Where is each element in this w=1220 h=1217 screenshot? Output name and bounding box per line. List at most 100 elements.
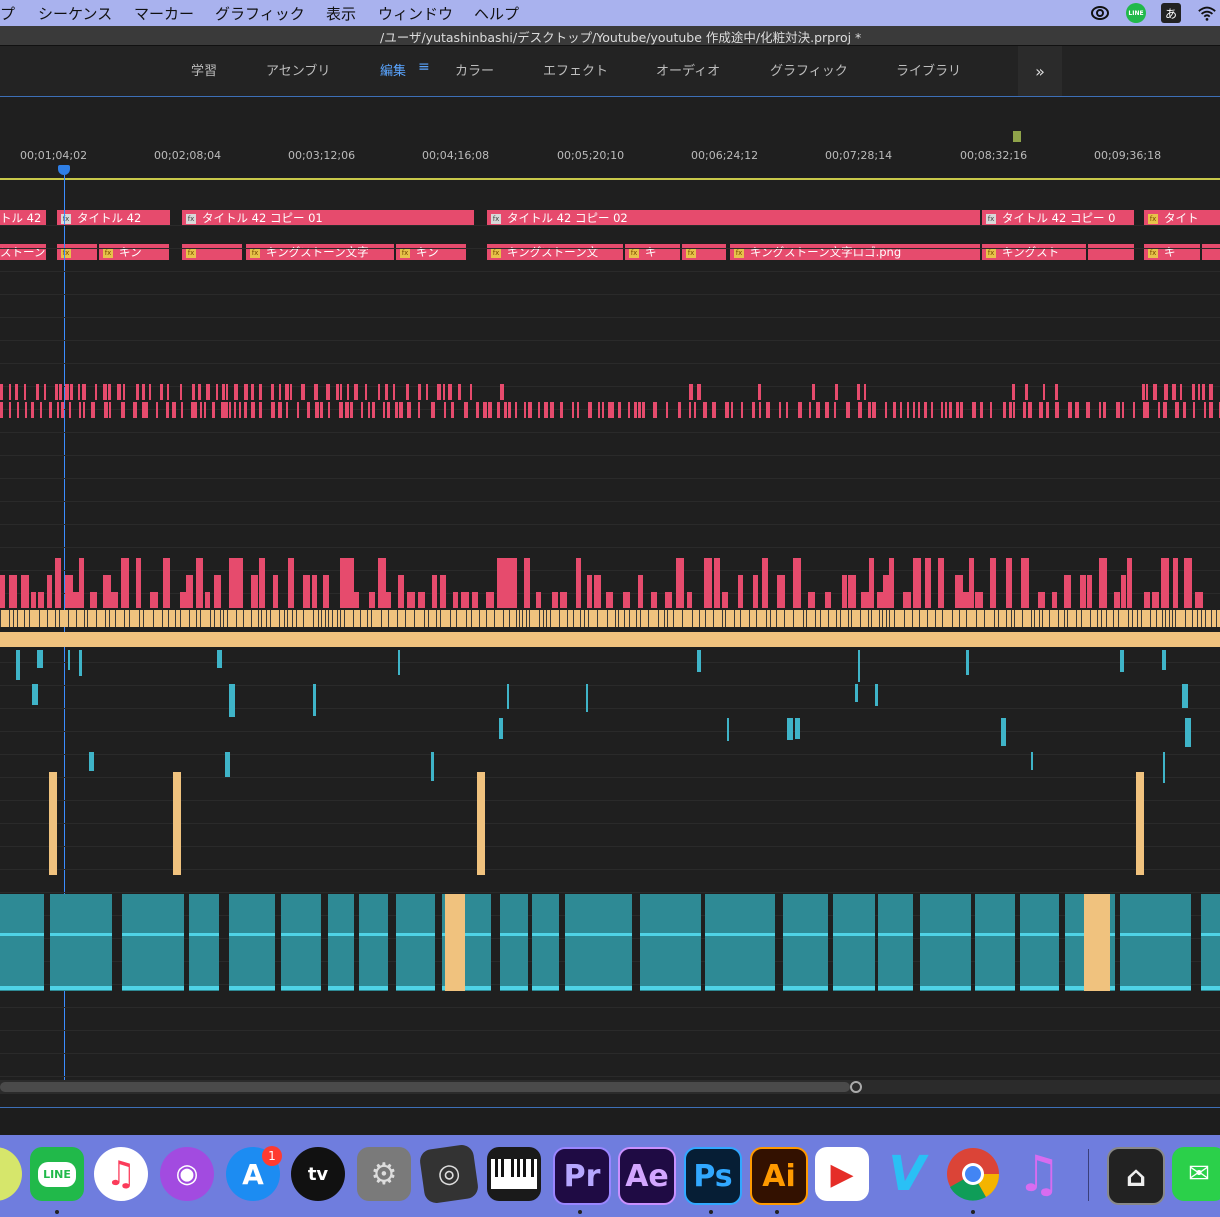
caption-clip[interactable] (372, 402, 375, 418)
dock-vllo-icon[interactable]: V (880, 1146, 934, 1202)
subtitle-clip[interactable] (323, 575, 329, 608)
clip-edge[interactable] (227, 610, 228, 627)
caption-clip[interactable] (678, 402, 681, 418)
caption-clip[interactable] (49, 402, 52, 418)
audio-level[interactable] (783, 933, 828, 936)
caption-clip[interactable] (347, 384, 349, 400)
dock-app-partial-icon[interactable] (0, 1147, 22, 1201)
subtitle-clip[interactable] (1121, 575, 1126, 608)
caption-clip[interactable] (336, 384, 339, 400)
dock-logic-remote-icon[interactable]: ◎ (418, 1143, 480, 1205)
audio-level[interactable] (122, 986, 184, 990)
caption-clip[interactable] (731, 402, 733, 418)
clip-edge[interactable] (615, 610, 616, 627)
subtitle-clip[interactable] (312, 575, 317, 608)
menu-item-graphics[interactable]: グラフィック (215, 3, 305, 24)
caption-clip[interactable] (638, 402, 641, 418)
clip-edge[interactable] (539, 610, 540, 627)
caption-clip[interactable] (759, 402, 761, 418)
caption-clip[interactable] (200, 402, 202, 418)
clip-edge[interactable] (803, 610, 804, 627)
clip-edge[interactable] (664, 610, 665, 627)
audio-level[interactable] (359, 986, 388, 990)
subtitle-clip[interactable] (229, 558, 236, 608)
clip-edge[interactable] (270, 610, 271, 627)
caption-clip[interactable] (1028, 402, 1032, 418)
tab-color[interactable]: カラー (455, 60, 494, 79)
audio-level[interactable] (1201, 933, 1220, 936)
clip-edge[interactable] (756, 610, 757, 627)
caption-clip[interactable] (431, 402, 435, 418)
caption-clip[interactable] (577, 402, 579, 418)
audio-level[interactable] (920, 933, 971, 936)
clip-edge[interactable] (889, 610, 890, 627)
graphic-clip[interactable] (1202, 244, 1220, 260)
clip-edge[interactable] (725, 610, 726, 627)
caption-clip[interactable] (504, 402, 507, 418)
caption-clip[interactable] (1023, 402, 1026, 418)
audio-clip[interactable] (122, 894, 184, 991)
caption-clip[interactable] (36, 384, 39, 400)
subtitle-clip[interactable] (594, 575, 601, 608)
clip-edge[interactable] (519, 610, 520, 627)
clip-edge[interactable] (251, 610, 252, 627)
clip-edge[interactable] (200, 610, 201, 627)
caption-clip[interactable] (285, 384, 289, 400)
clip-edge[interactable] (522, 610, 523, 627)
caption-clip[interactable] (618, 402, 621, 418)
caption-clip[interactable] (78, 384, 80, 400)
sequence-marker[interactable] (1013, 131, 1021, 142)
clip-edge[interactable] (1165, 610, 1166, 627)
subtitle-clip[interactable] (1038, 592, 1045, 608)
audio-level[interactable] (229, 933, 275, 936)
clip-edge[interactable] (1162, 610, 1163, 627)
audio-clip[interactable] (1182, 684, 1188, 708)
caption-clip[interactable] (406, 384, 409, 400)
caption-clip[interactable] (225, 402, 228, 418)
audio-clip[interactable] (89, 752, 94, 771)
audio-level[interactable] (565, 986, 632, 990)
audio-level[interactable] (1201, 986, 1220, 990)
audio-clip[interactable] (225, 752, 230, 777)
clip-edge[interactable] (1031, 610, 1032, 627)
audio-clip[interactable] (532, 894, 559, 991)
timeline-panel[interactable]: 00;01;04;02 00;02;08;04 00;03;12;06 00;0… (0, 97, 1220, 1107)
caption-clip[interactable] (1209, 384, 1213, 400)
caption-clip[interactable] (798, 402, 802, 418)
clip-edge[interactable] (1141, 610, 1142, 627)
caption-clip[interactable] (407, 402, 411, 418)
caption-clip[interactable] (980, 402, 983, 418)
clip-edge[interactable] (1201, 610, 1202, 627)
clip-edge[interactable] (793, 610, 794, 627)
clip-edge[interactable] (115, 610, 116, 627)
caption-clip[interactable] (204, 402, 206, 418)
caption-clip[interactable] (628, 402, 630, 418)
caption-clip[interactable] (444, 402, 446, 418)
clip-edge[interactable] (1067, 610, 1068, 627)
audio-clip[interactable] (281, 894, 321, 991)
caption-clip[interactable] (1147, 402, 1149, 418)
audio-level[interactable] (878, 933, 913, 936)
caption-clip[interactable] (868, 402, 871, 418)
subtitle-clip[interactable] (1184, 558, 1192, 608)
work-area-bar[interactable] (0, 178, 1220, 180)
clip-edge[interactable] (580, 610, 581, 627)
audio-clip[interactable] (359, 894, 388, 991)
audio-clip[interactable] (1185, 718, 1191, 747)
audio-level[interactable] (50, 933, 112, 936)
clip-edge[interactable] (1175, 610, 1176, 627)
caption-clip[interactable] (251, 384, 254, 400)
caption-clip[interactable] (1164, 384, 1168, 400)
subtitle-clip[interactable] (587, 575, 592, 608)
subtitle-clip[interactable] (453, 592, 458, 608)
subtitle-clip[interactable] (969, 558, 974, 608)
clip-edge[interactable] (189, 610, 190, 627)
caption-clip[interactable] (206, 384, 210, 400)
subtitle-clip[interactable] (150, 592, 158, 608)
audio-clip[interactable] (32, 684, 38, 705)
clip-edge[interactable] (1042, 610, 1043, 627)
audio-clip[interactable] (1001, 718, 1006, 746)
audio-clip[interactable] (79, 650, 82, 676)
caption-clip[interactable] (544, 402, 548, 418)
clip-edge[interactable] (296, 610, 297, 627)
